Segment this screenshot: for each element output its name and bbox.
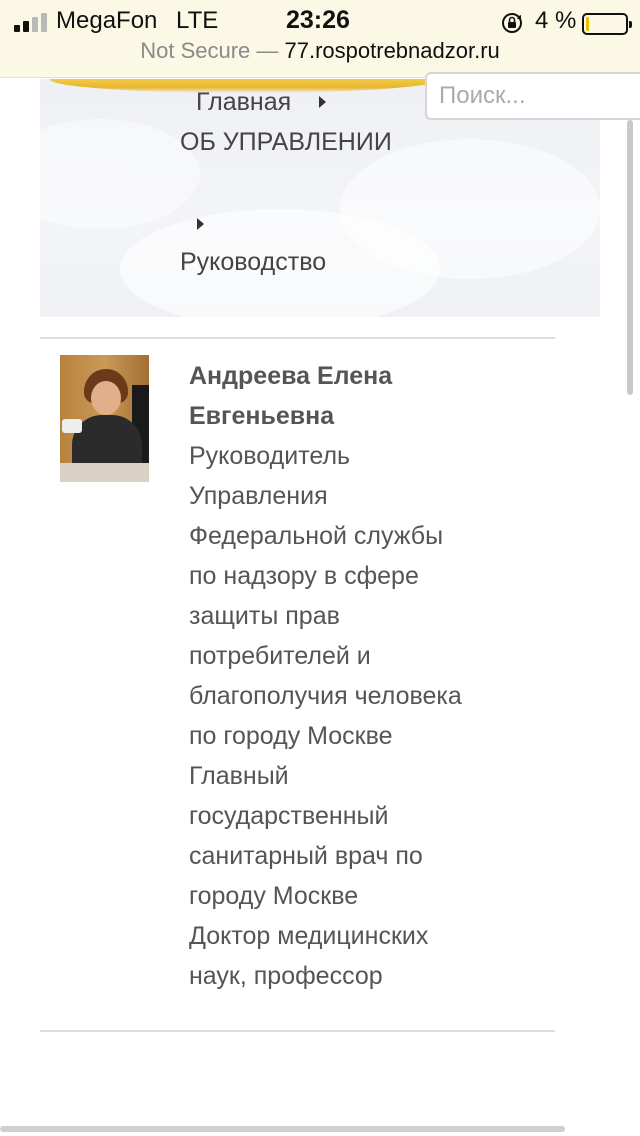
person-photo <box>60 355 149 482</box>
description-line: по надзору в сфере <box>189 562 419 590</box>
address-bar[interactable]: Not Secure — 77.rospotrebnadzor.ru <box>0 38 640 72</box>
divider <box>40 1030 555 1032</box>
description-line: Федеральной службы <box>189 522 444 550</box>
browser-top-bar: MegaFon LTE 23:26 4 % Not Secure — 77.ro… <box>0 0 640 78</box>
network-type: LTE <box>176 7 219 34</box>
search-box[interactable] <box>425 72 640 120</box>
description-line: санитарный врач по <box>189 842 423 870</box>
url-separator: — <box>250 38 285 63</box>
description-line: Доктор медицинских <box>189 922 429 950</box>
description-line: защиты прав <box>189 602 340 630</box>
battery-percent: 4 % <box>535 7 577 34</box>
description-line: Управления <box>189 482 328 510</box>
person-description: Руководитель Управления Федеральной служ… <box>189 436 519 996</box>
breadcrumb-arrow-icon <box>197 218 204 230</box>
description-line: благополучия человека <box>189 682 462 710</box>
breadcrumb-arrow-icon <box>319 96 326 108</box>
description-line: городу Москве <box>189 882 359 910</box>
security-label: Not Secure <box>140 38 251 63</box>
divider <box>40 337 555 339</box>
description-line: государственный <box>189 802 389 830</box>
breadcrumb-home-link[interactable]: Главная <box>196 82 291 122</box>
clock: 23:26 <box>286 6 350 34</box>
battery-icon <box>582 13 632 35</box>
description-line: наук, профессор <box>189 962 383 990</box>
vertical-scrollbar[interactable] <box>627 120 633 395</box>
carrier-name: MegaFon <box>56 7 158 34</box>
search-input[interactable] <box>427 74 640 118</box>
description-line: Руководитель <box>189 442 351 470</box>
description-line: по городу Москве <box>189 722 393 750</box>
breadcrumb-current: Руководство <box>180 248 327 276</box>
signal-icon <box>14 12 48 32</box>
description-line: потребителей и <box>189 642 371 670</box>
breadcrumb-section-link[interactable]: ОБ УПРАВЛЕНИИ <box>180 122 410 162</box>
person-name: Андреева Елена Евгеньевна <box>189 362 393 430</box>
orientation-lock-icon <box>502 13 522 33</box>
horizontal-scrollbar[interactable] <box>0 1126 565 1132</box>
description-line: Главный <box>189 762 289 790</box>
status-bar: MegaFon LTE 23:26 4 % <box>0 6 640 36</box>
url-domain: 77.rospotrebnadzor.ru <box>284 38 500 63</box>
